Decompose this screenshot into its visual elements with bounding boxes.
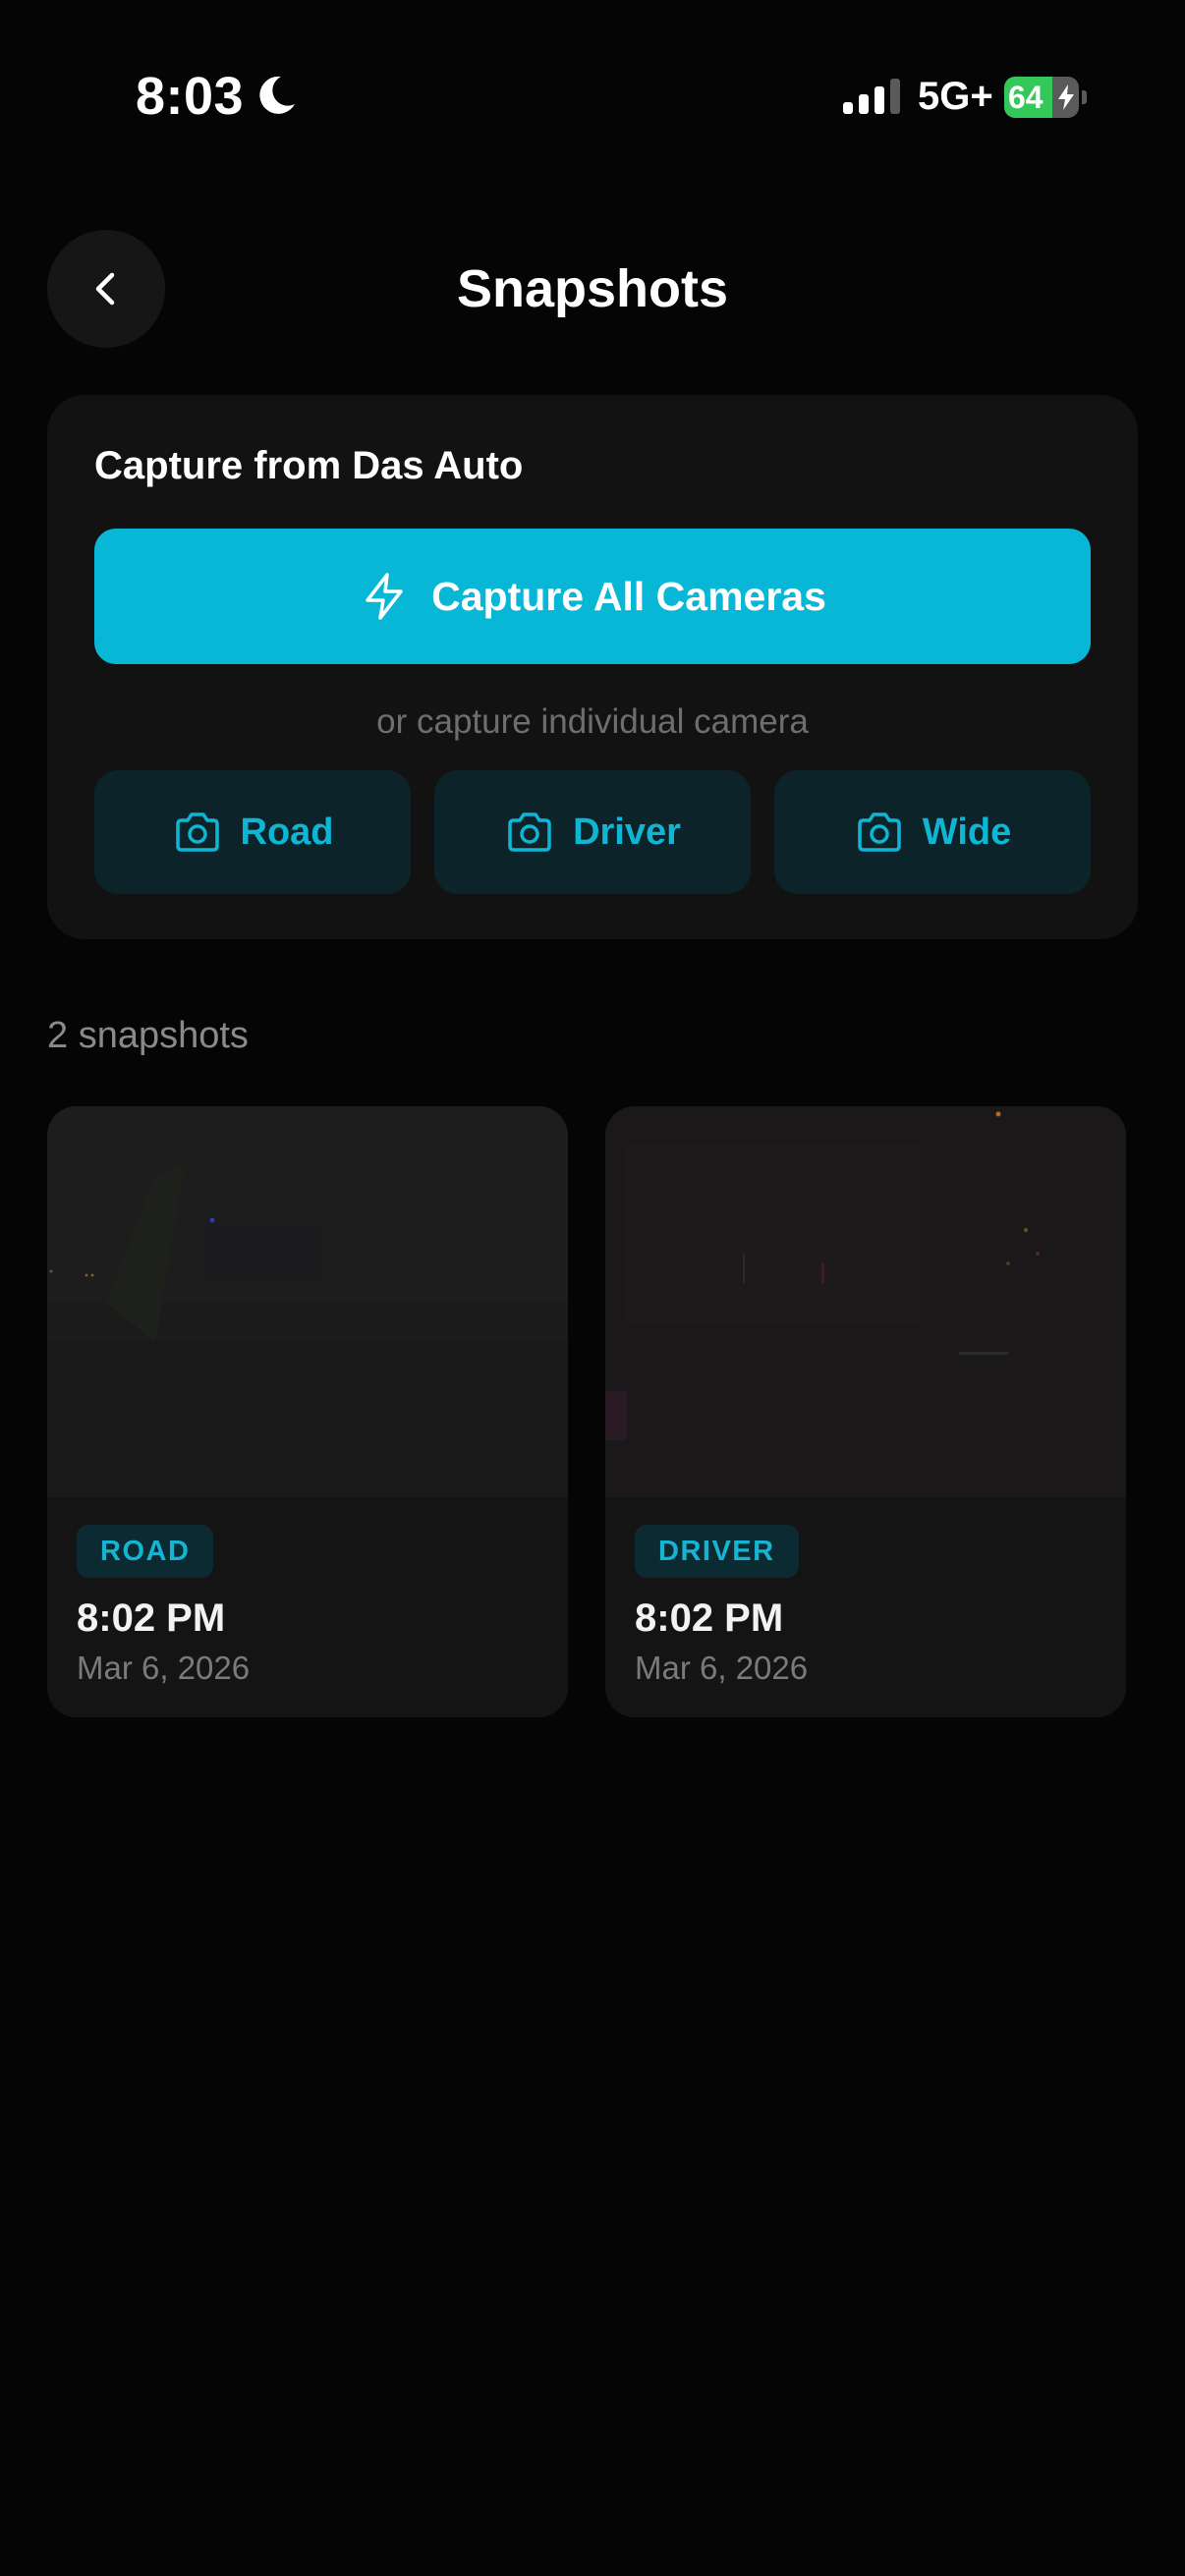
snapshot-thumbnail <box>605 1106 1126 1497</box>
individual-capture-hint: or capture individual camera <box>376 702 809 741</box>
battery-percent: 64 <box>1008 80 1044 115</box>
snapshot-card-driver[interactable]: DRIVER 8:02 PM Mar 6, 2026 <box>605 1106 1126 1717</box>
snapshot-count: 2 snapshots <box>47 1015 249 1056</box>
camera-button-label: Wide <box>922 812 1012 853</box>
capture-driver-button[interactable]: Driver <box>434 770 751 894</box>
camera-badge: DRIVER <box>635 1525 799 1578</box>
network-type: 5G+ <box>918 75 993 118</box>
camera-button-label: Road <box>240 812 334 853</box>
capture-wide-button[interactable]: Wide <box>774 770 1091 894</box>
lightning-bolt-icon <box>366 573 403 620</box>
camera-icon <box>858 812 901 852</box>
page-title: Snapshots <box>456 259 729 318</box>
camera-button-label: Driver <box>573 812 681 853</box>
camera-icon <box>508 812 551 852</box>
snapshot-date: Mar 6, 2026 <box>77 1650 251 1686</box>
snapshot-thumbnail <box>47 1106 568 1497</box>
capture-road-button[interactable]: Road <box>94 770 411 894</box>
capture-card: Capture from Das Auto Capture All Camera… <box>47 395 1138 939</box>
capture-all-label: Capture All Cameras <box>431 574 826 619</box>
snapshot-time: 8:02 PM <box>635 1596 784 1640</box>
snapshot-card-road[interactable]: ROAD 8:02 PM Mar 6, 2026 <box>47 1106 568 1717</box>
night-cabin-image <box>605 1106 1126 1497</box>
status-bar: 8:03 5G+ 64 <box>0 0 1185 196</box>
moon-icon <box>259 76 295 114</box>
camera-badge: ROAD <box>77 1525 214 1578</box>
snapshot-date: Mar 6, 2026 <box>635 1650 809 1686</box>
battery-charging-icon: 64 <box>1004 77 1087 118</box>
charging-bolt-icon <box>1058 84 1074 110</box>
capture-heading: Capture from Das Auto <box>94 444 524 487</box>
snapshot-time: 8:02 PM <box>77 1596 226 1640</box>
camera-icon <box>175 812 219 852</box>
capture-all-cameras-button[interactable]: Capture All Cameras <box>94 529 1091 664</box>
cellular-signal-icon <box>843 79 900 114</box>
camera-button-row: Road Driver Wide <box>94 770 1091 894</box>
status-time: 8:03 <box>136 67 245 126</box>
snapshots-screen: 8:03 5G+ 64 Snapshots Capture from Das A… <box>0 0 1185 2576</box>
night-road-image <box>47 1106 568 1497</box>
